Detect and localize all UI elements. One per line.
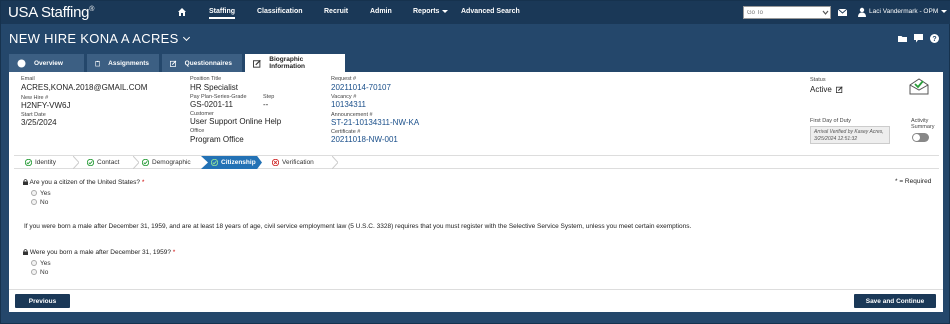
overview-icon bbox=[17, 59, 26, 67]
new-hire-value: H2NFY-VW6J bbox=[21, 101, 71, 110]
folder-icon[interactable] bbox=[898, 34, 907, 43]
position-title-value: HR Specialist bbox=[190, 83, 239, 92]
born-male-yes-radio[interactable] bbox=[31, 260, 37, 266]
certificate-link[interactable]: 20211018-NW-001 bbox=[331, 135, 398, 144]
goto-dropdown-icon[interactable] bbox=[821, 7, 830, 18]
user-menu[interactable]: Laci Vandermark - OPM bbox=[869, 8, 948, 15]
main-card: Email ACRES,KONA.2018@GMAIL.COM New Hire… bbox=[9, 72, 943, 312]
request-label: Request # bbox=[331, 76, 357, 82]
previous-button[interactable]: Previous bbox=[15, 294, 70, 308]
tab-biographic-information[interactable]: Biographic Information bbox=[245, 54, 345, 72]
office-label: Office bbox=[190, 128, 205, 134]
check-circle-icon bbox=[87, 159, 94, 166]
step-citizenship[interactable]: Citizenship bbox=[201, 156, 262, 169]
nav-reports[interactable]: Reports bbox=[413, 8, 449, 15]
activity-summary-toggle[interactable] bbox=[912, 133, 929, 142]
citizen-no-radio[interactable] bbox=[31, 199, 37, 205]
tab-overview[interactable]: Overview bbox=[9, 54, 84, 72]
comment-icon[interactable] bbox=[914, 34, 923, 43]
nav-recruit[interactable]: Recruit bbox=[324, 8, 348, 15]
home-icon[interactable] bbox=[177, 7, 187, 17]
check-circle-icon bbox=[25, 159, 32, 166]
selective-service-info: If you were born a male after December 3… bbox=[24, 223, 692, 230]
save-continue-button[interactable]: Save and Continue bbox=[854, 294, 936, 308]
tab-questionnaires[interactable]: Questionnaires bbox=[162, 54, 242, 72]
position-title-label: Position Title bbox=[190, 76, 222, 82]
envelope-open-icon[interactable] bbox=[909, 78, 929, 95]
question-born-male: Were you born a male after December 31, … bbox=[23, 249, 175, 256]
status-label: Status bbox=[810, 77, 826, 83]
email-label: Email bbox=[21, 76, 35, 82]
error-circle-icon bbox=[272, 159, 279, 166]
born-male-no-label: No bbox=[40, 269, 49, 276]
info-panel: Email ACRES,KONA.2018@GMAIL.COM New Hire… bbox=[9, 72, 943, 154]
edit-icon[interactable] bbox=[836, 86, 843, 93]
svg-text:?: ? bbox=[932, 36, 936, 43]
pay-plan-value: GS-0201-11 bbox=[190, 100, 233, 109]
nav-advanced-search[interactable]: Advanced Search bbox=[461, 8, 520, 15]
request-link[interactable]: 20211014-70107 bbox=[331, 83, 391, 92]
lock-icon bbox=[23, 179, 28, 185]
chevron-down-icon bbox=[941, 9, 948, 13]
activity-summary-label: Activity Summary bbox=[911, 118, 935, 130]
chevron-down-icon bbox=[182, 33, 190, 42]
vacancy-link[interactable]: 10134311 bbox=[331, 100, 366, 109]
mail-icon[interactable] bbox=[838, 9, 847, 16]
citizen-yes-label: Yes bbox=[40, 190, 51, 197]
step-verification[interactable]: Verification bbox=[272, 156, 332, 169]
citizen-yes-radio[interactable] bbox=[31, 190, 37, 196]
step-contact[interactable]: Contact bbox=[87, 156, 139, 169]
born-male-yes-label: Yes bbox=[40, 260, 51, 267]
born-male-no-radio[interactable] bbox=[31, 269, 37, 275]
help-icon[interactable]: ? bbox=[930, 34, 939, 43]
email-value: ACRES,KONA.2018@GMAIL.COM bbox=[21, 83, 148, 92]
user-icon[interactable] bbox=[857, 7, 867, 17]
check-circle-icon bbox=[211, 159, 218, 166]
edit-icon bbox=[170, 60, 177, 67]
progress-steps: Identity Contact Demographic Citizenship… bbox=[14, 155, 939, 169]
top-nav: USA Staffing® Staffing Classification Re… bbox=[1, 1, 950, 24]
status-value[interactable]: Active bbox=[810, 85, 843, 94]
step-separator bbox=[332, 156, 338, 169]
nav-classification[interactable]: Classification bbox=[257, 8, 303, 15]
chevron-down-icon bbox=[442, 9, 449, 13]
announcement-link[interactable]: ST-21-10134311-NW-KA bbox=[331, 118, 419, 127]
clipboard-icon bbox=[95, 60, 100, 66]
form-footer: Previous Save and Continue bbox=[9, 289, 943, 312]
first-day-note: Arrival Verified by Kasey Acres, 3/25/20… bbox=[810, 126, 890, 144]
step-identity[interactable]: Identity bbox=[25, 156, 75, 169]
app-frame: USA Staffing® Staffing Classification Re… bbox=[0, 0, 950, 324]
required-note: * = Required bbox=[895, 178, 932, 185]
brand-logo[interactable]: USA Staffing® bbox=[8, 4, 94, 21]
nav-admin[interactable]: Admin bbox=[370, 8, 392, 15]
edit-icon bbox=[253, 59, 261, 68]
goto-input[interactable] bbox=[743, 6, 831, 19]
page-title[interactable]: NEW HIRE KONA A ACRES bbox=[9, 31, 190, 46]
step-demographic[interactable]: Demographic bbox=[142, 156, 204, 169]
step-separator bbox=[73, 156, 79, 169]
citizen-no-label: No bbox=[40, 199, 49, 206]
step-value: -- bbox=[263, 100, 269, 109]
question-citizen: Are you a citizen of the United States? … bbox=[23, 179, 144, 186]
step-separator bbox=[133, 156, 139, 169]
office-value: Program Office bbox=[190, 135, 244, 144]
first-day-label: First Day of Duty bbox=[810, 118, 851, 124]
nav-staffing[interactable]: Staffing bbox=[209, 8, 236, 19]
lock-icon bbox=[23, 249, 28, 255]
tab-assignments[interactable]: Assignments bbox=[87, 54, 159, 72]
check-circle-icon bbox=[142, 159, 149, 166]
customer-value: User Support Online Help bbox=[190, 117, 282, 126]
tab-bar: Overview Assignments Questionnaires Biog… bbox=[9, 54, 345, 72]
start-date-value: 3/25/2024 bbox=[21, 118, 57, 127]
